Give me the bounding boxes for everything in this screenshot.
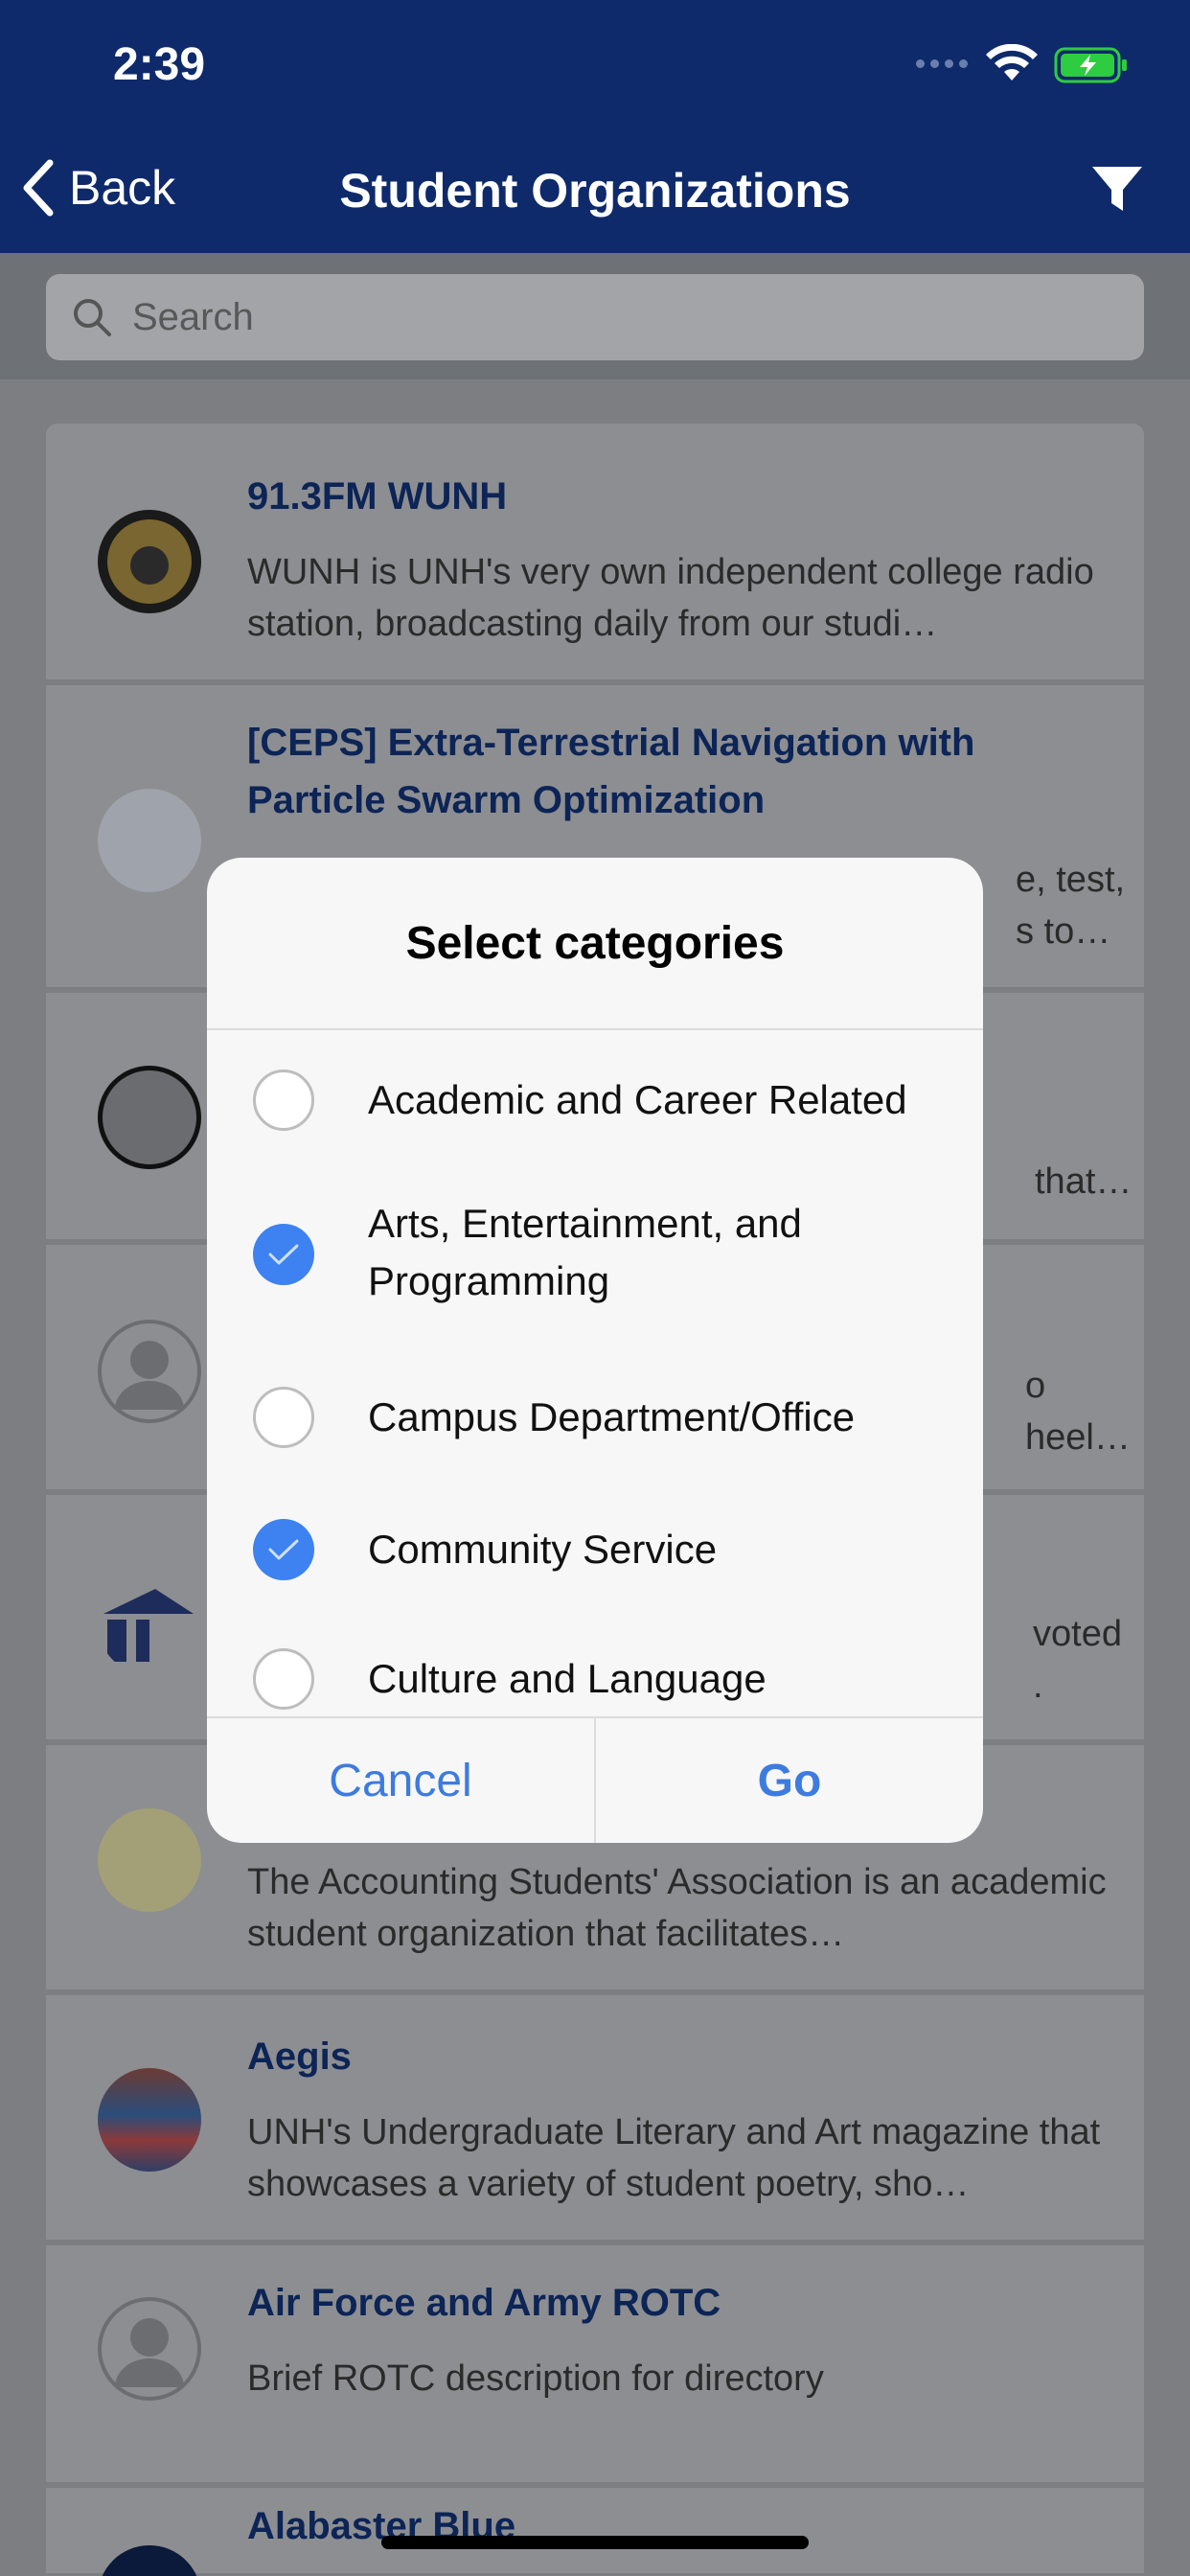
org-description-fragment: o <box>1025 1366 1046 1406</box>
search-icon <box>74 299 111 336</box>
org-logo <box>98 2068 201 2172</box>
radio-unchecked[interactable] <box>253 1387 314 1448</box>
org-logo <box>98 789 201 892</box>
search-field[interactable] <box>46 274 1144 360</box>
wifi-icon <box>986 44 1038 80</box>
org-description-fragment: s to… <box>1016 911 1111 952</box>
radio-unchecked[interactable] <box>253 1070 314 1131</box>
list-item[interactable]: Air Force and Army ROTC Brief ROTC descr… <box>46 2245 1144 2485</box>
category-label: Academic and Career Related <box>368 1077 907 1122</box>
dialog-title: Select categories <box>405 918 785 969</box>
category-option[interactable]: Culture and Language <box>207 1648 983 1715</box>
org-logo <box>98 1066 201 1169</box>
select-categories-dialog: Select categories Academic and Career Re… <box>207 858 983 1843</box>
status-time: 2:39 <box>113 39 206 90</box>
category-label: Community Service <box>368 1527 718 1572</box>
list-item[interactable]: Alabaster Blue <box>46 2488 1144 2576</box>
radio-unchecked[interactable] <box>253 1648 314 1710</box>
org-name: [CEPS] Extra-Terrestrial Navigation with… <box>247 722 975 821</box>
battery-charging-icon <box>1054 47 1127 83</box>
signal-icon <box>916 59 968 68</box>
filter-icon[interactable] <box>1090 165 1144 215</box>
category-option[interactable]: Campus Department/Office <box>207 1385 983 1490</box>
org-name: Air Force and Army ROTC <box>247 2282 721 2324</box>
radio-checked[interactable] <box>253 1519 314 1580</box>
org-logo <box>98 1808 201 1912</box>
default-avatar-icon <box>98 2297 201 2401</box>
org-description-fragment: heel… <box>1025 1417 1131 1458</box>
org-name: 91.3FM WUNH <box>247 475 508 518</box>
search-input[interactable] <box>132 295 626 339</box>
category-option[interactable]: Community Service <box>207 1516 983 1622</box>
org-description: WUNH is UNH's very own independent colle… <box>247 552 1094 644</box>
category-label: Campus Department/Office <box>368 1394 856 1439</box>
org-description: UNH's Undergraduate Literary and Art mag… <box>247 2112 1101 2204</box>
org-description-fragment: that… <box>1035 1162 1133 1202</box>
checkmark-icon <box>268 1244 299 1265</box>
go-button[interactable]: Go <box>596 1718 983 1843</box>
org-name: Aegis <box>247 2036 352 2078</box>
category-option[interactable]: Academic and Career Related <box>207 1064 983 1169</box>
org-description-fragment: voted <box>1033 1614 1122 1654</box>
cancel-button[interactable]: Cancel <box>207 1718 594 1843</box>
org-logo <box>98 2545 201 2576</box>
category-option[interactable]: Arts, Entertainment, and Programming <box>207 1195 983 1339</box>
list-top-edge <box>46 424 1144 443</box>
category-label: Arts, Entertainment, and Programming <box>368 1201 802 1303</box>
org-logo <box>98 510 201 613</box>
checkmark-icon <box>268 1539 299 1560</box>
list-item[interactable]: Aegis UNH's Undergraduate Literary and A… <box>46 1995 1144 2242</box>
divider <box>207 1028 983 1030</box>
default-avatar-icon <box>98 1320 201 1423</box>
home-indicator[interactable] <box>381 2536 809 2549</box>
page-title: Student Organizations <box>339 164 851 218</box>
org-logo <box>98 1572 201 1675</box>
list-item[interactable]: 91.3FM WUNH WUNH is UNH's very own indep… <box>46 441 1144 682</box>
org-description: The Accounting Students' Association is … <box>247 1862 1107 1954</box>
org-description-fragment: e, test, <box>1016 860 1126 900</box>
search-bar-container <box>0 253 1190 380</box>
org-description-fragment: . <box>1033 1666 1043 1706</box>
radio-checked[interactable] <box>253 1224 314 1285</box>
category-label: Culture and Language <box>368 1656 767 1701</box>
nav-bar: Back Student Organizations <box>0 126 1190 253</box>
org-description: Brief ROTC description for directory <box>247 2358 824 2399</box>
status-bar: 2:39 <box>0 0 1190 126</box>
